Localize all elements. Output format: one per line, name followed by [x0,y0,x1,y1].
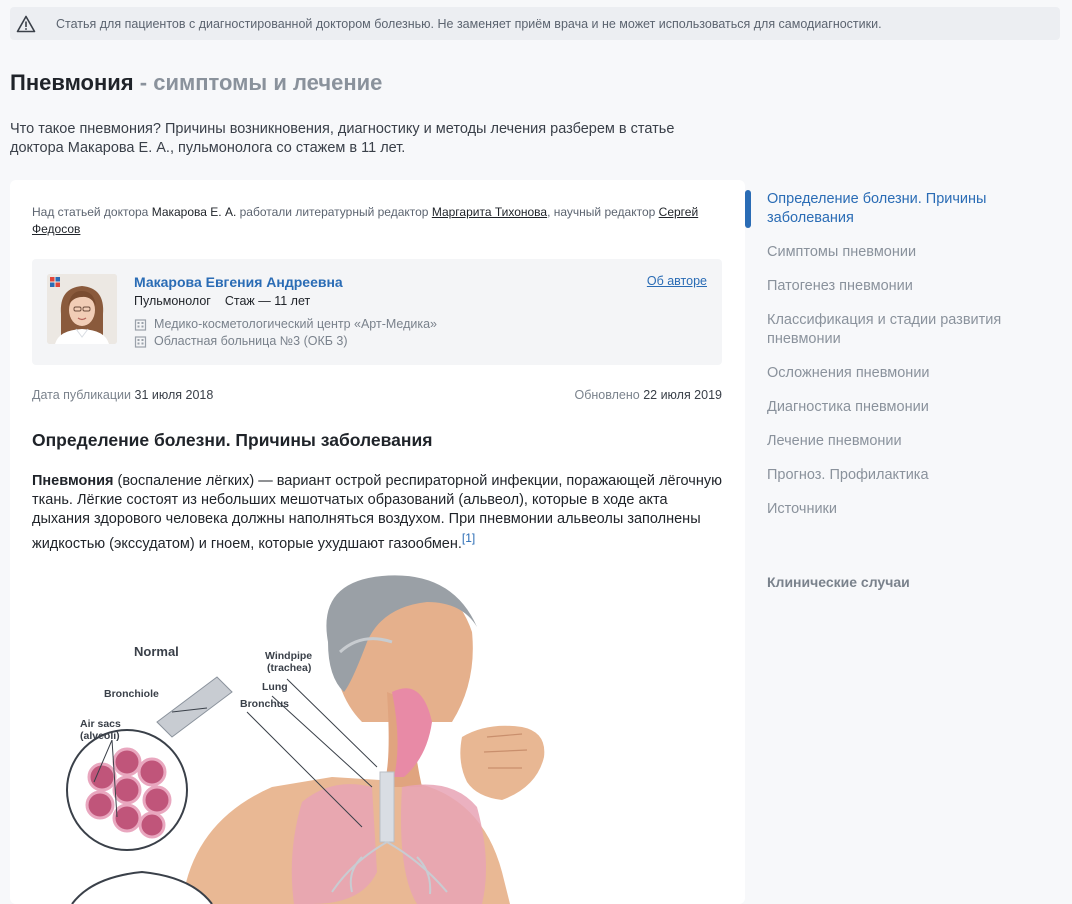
author-experience: Стаж — 11 лет [224,294,311,308]
editors-prefix: Над статьей доктора [32,205,152,219]
label-windpipe: Windpipe [265,650,312,662]
clinic-item[interactable]: Областная больница №3 (ОКБ 3) [134,334,348,348]
publish-date: Дата публикации 31 июля 2018 [32,388,213,402]
disclaimer-notice: Статья для пациентов с диагностированной… [10,7,1060,40]
clinic-item[interactable]: Медико-косметологический центр «Арт-Меди… [134,317,437,331]
disclaimer-text: Статья для пациентов с диагностированной… [56,16,882,31]
section-body: (воспаление лёгких) — вариант острой рес… [32,473,722,552]
page-title-subtitle: - симптомы и лечение [133,70,383,95]
about-author-link[interactable]: Об авторе [647,274,707,288]
update-date-value: 22 июля 2019 [643,388,722,402]
building-icon [134,318,147,331]
section-text: Пневмония (воспаление лёгких) — вариант … [32,472,722,554]
editors-mid1: работали литературный редактор [236,205,432,219]
avatar[interactable] [47,274,117,344]
toc-item-complications[interactable]: Осложнения пневмонии [767,364,1037,383]
verified-badge-icon [50,277,60,287]
editors-doctor: Макарова Е. А. [151,205,237,219]
author-name-link[interactable]: Макарова Евгения Андреевна [134,274,343,290]
toc-item-sources[interactable]: Источники [767,500,1037,519]
building-icon [134,335,147,348]
editors-line: Над статьей доктора Макарова Е. А. работ… [32,204,732,238]
page-title: Пневмония - симптомы и лечение [10,70,382,96]
toc-item-prognosis[interactable]: Прогноз. Профилактика [767,466,1037,485]
author-box: Макарова Евгения Андреевна Пульмонолог Ст… [32,259,722,365]
section-term: Пневмония [32,473,114,489]
article-card: Над статьей доктора Макарова Е. А. работ… [10,180,745,904]
reference-link[interactable]: [1] [462,531,475,545]
toc-item-definition[interactable]: Определение болезни. Причины заболевания [767,190,1037,228]
section-title: Определение болезни. Причины заболевания [32,430,433,450]
toc-item-classification[interactable]: Классификация и стадии развития пневмони… [767,311,1037,349]
toc-item-symptoms[interactable]: Симптомы пневмонии [767,243,1037,262]
page-lead: Что такое пневмония? Причины возникновен… [10,121,675,156]
clinic-name: Областная больница №3 (ОКБ 3) [154,334,348,348]
toc-active-indicator [745,190,751,228]
label-bronchus: Bronchus [240,698,289,710]
label-air-sacs: Air sacs [80,718,121,730]
toc-item-treatment[interactable]: Лечение пневмонии [767,432,1037,451]
warning-icon [16,15,36,32]
author-specialty: Пульмонолог [134,294,211,308]
update-date-label: Обновлено [574,388,640,402]
lit-editor-link[interactable]: Маргарита Тихонова [432,205,547,219]
label-lung: Lung [262,681,288,693]
publish-date-value: 31 июля 2018 [134,388,214,402]
toc-item-pathogenesis[interactable]: Патогенез пневмонии [767,277,1037,296]
toc-item-diagnostics[interactable]: Диагностика пневмонии [767,398,1037,417]
update-date: Обновлено 22 июля 2019 [575,388,723,402]
author-meta: Пульмонолог Стаж — 11 лет [134,294,310,308]
editors-mid2: , научный редактор [547,205,659,219]
label-trachea: (trachea) [267,662,311,674]
toc-clinical-cases[interactable]: Клинические случаи [767,574,910,590]
publish-date-label: Дата публикации [32,388,132,402]
page-title-main: Пневмония [10,70,134,95]
label-normal: Normal [134,644,179,659]
label-alveoli: (alveoli) [80,730,120,742]
clinic-name: Медико-косметологический центр «Арт-Меди… [154,317,438,331]
label-bronchiole: Bronchiole [104,688,159,700]
pneumonia-illustration: Normal Bronchiole Air sacs (alveoli) Win… [66,575,545,904]
